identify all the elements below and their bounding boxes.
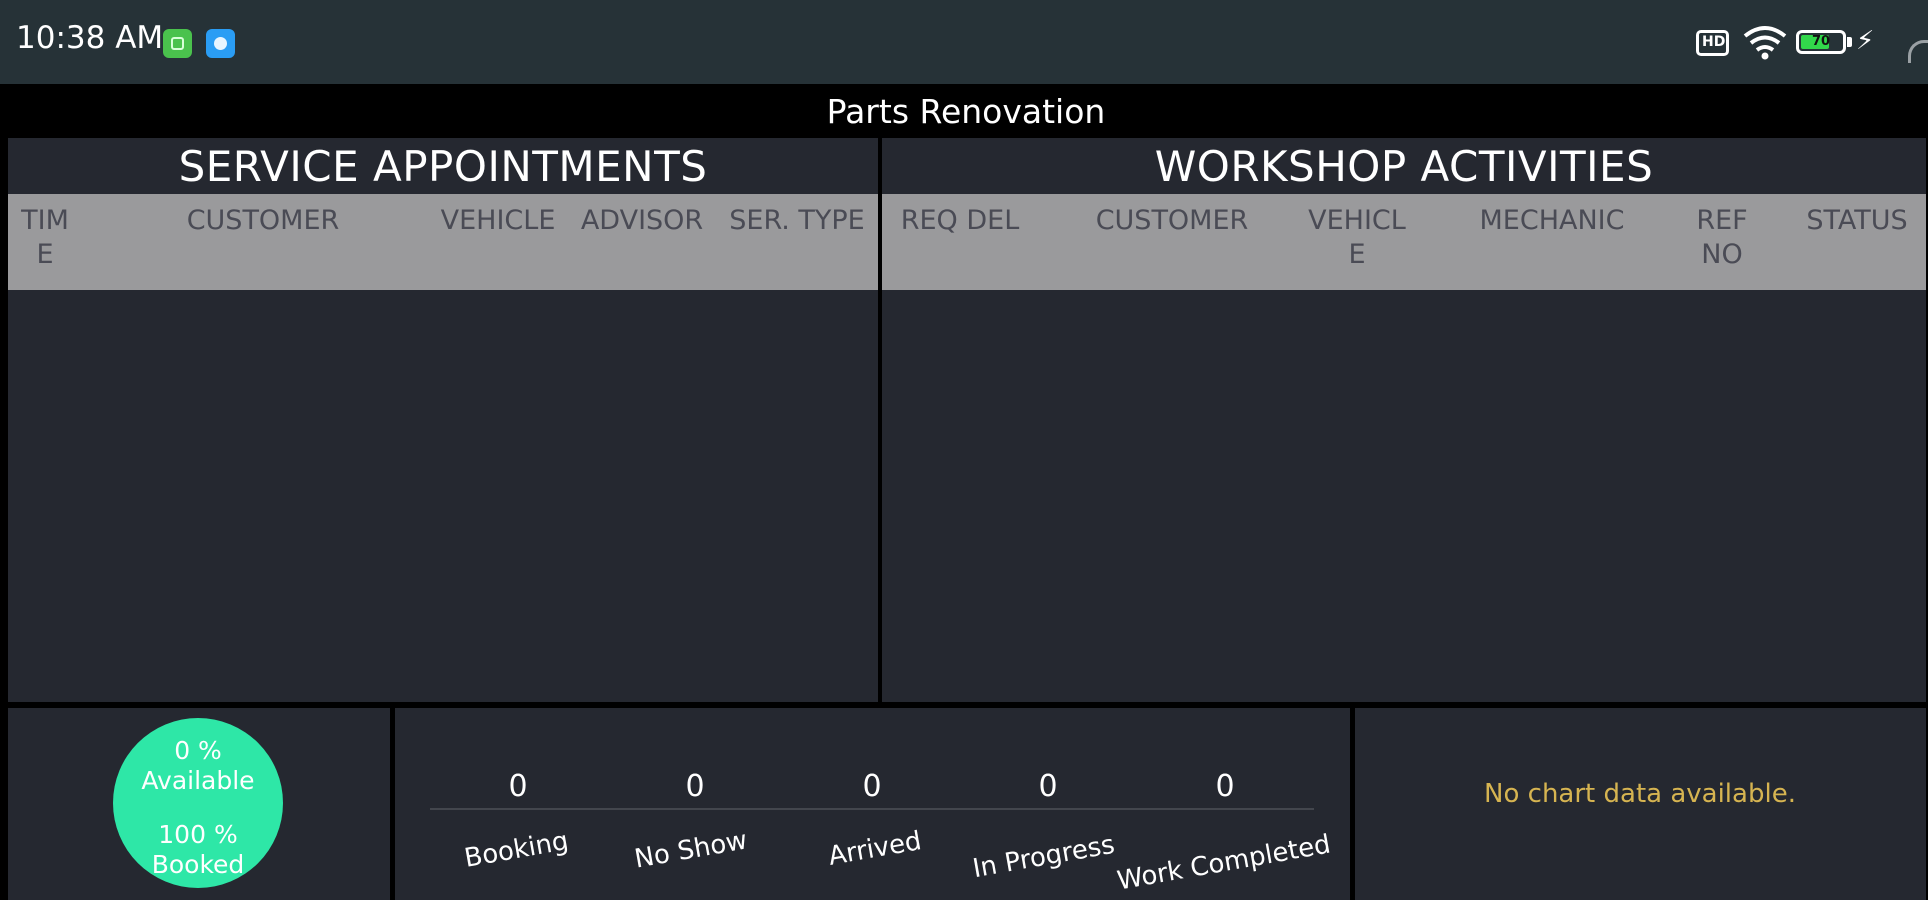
booked-percent: 100 % bbox=[158, 820, 238, 849]
status-time: 10:38 AM bbox=[16, 20, 164, 56]
app-notification-green-icon bbox=[163, 29, 192, 58]
stats-divider bbox=[430, 808, 1314, 810]
column-header-customer[interactable]: CUSTOMER bbox=[1082, 204, 1262, 238]
battery-icon: 70 bbox=[1796, 30, 1846, 54]
column-header-service-type[interactable]: SER. TYPE bbox=[722, 204, 872, 238]
column-header-mechanic[interactable]: MECHANIC bbox=[1462, 204, 1642, 238]
workshop-activities-table-body bbox=[882, 290, 1926, 702]
app-title: Parts Renovation bbox=[6, 86, 1926, 136]
stat-work-completed-value: 0 bbox=[1215, 769, 1235, 804]
battery-level-text: 70 bbox=[1811, 34, 1831, 49]
workshop-activities-panel: WORKSHOP ACTIVITIES REQ DEL CUSTOMER VEH… bbox=[882, 138, 1926, 702]
service-appointments-table-header: TIM E CUSTOMER VEHICLE ADVISOR SER. TYPE bbox=[8, 194, 878, 290]
service-appointments-panel: SERVICE APPOINTMENTS TIM E CUSTOMER VEHI… bbox=[8, 138, 878, 702]
column-header-status[interactable]: STATUS bbox=[1792, 204, 1922, 238]
column-header-ref-no[interactable]: REF NO bbox=[1682, 204, 1762, 272]
available-percent: 0 % bbox=[174, 736, 222, 765]
column-header-customer[interactable]: CUSTOMER bbox=[173, 204, 353, 238]
column-header-vehicle[interactable]: VEHICL E bbox=[1302, 204, 1412, 272]
booked-label: Booked bbox=[151, 850, 245, 879]
battery-cap bbox=[1847, 37, 1852, 47]
column-header-req-del[interactable]: REQ DEL bbox=[890, 204, 1030, 238]
app-notification-blue-icon bbox=[206, 29, 235, 58]
stat-arrived-value: 0 bbox=[862, 769, 882, 804]
service-appointments-title: SERVICE APPOINTMENTS bbox=[178, 141, 708, 191]
workshop-activities-table-header: REQ DEL CUSTOMER VEHICL E MECHANIC REF N… bbox=[882, 194, 1926, 290]
no-chart-message: No chart data available. bbox=[1484, 779, 1796, 809]
workshop-activities-title: WORKSHOP ACTIVITIES bbox=[1154, 141, 1654, 191]
stat-in-progress-value: 0 bbox=[1038, 769, 1058, 804]
stat-booking-value: 0 bbox=[508, 769, 528, 804]
available-label: Available bbox=[141, 766, 255, 795]
column-header-advisor[interactable]: ADVISOR bbox=[570, 204, 714, 238]
capacity-donut: 0 % Available 100 % Booked bbox=[113, 718, 283, 888]
charging-bolt-icon: ⚡ bbox=[1856, 26, 1875, 56]
column-header-vehicle[interactable]: VEHICLE bbox=[428, 204, 568, 238]
column-header-time[interactable]: TIM E bbox=[20, 204, 70, 272]
service-appointments-table-body bbox=[8, 290, 878, 702]
system-status-bar bbox=[0, 0, 1928, 84]
stat-no-show-value: 0 bbox=[685, 769, 705, 804]
hd-cast-icon bbox=[1696, 30, 1729, 56]
wifi-icon bbox=[1743, 26, 1787, 60]
